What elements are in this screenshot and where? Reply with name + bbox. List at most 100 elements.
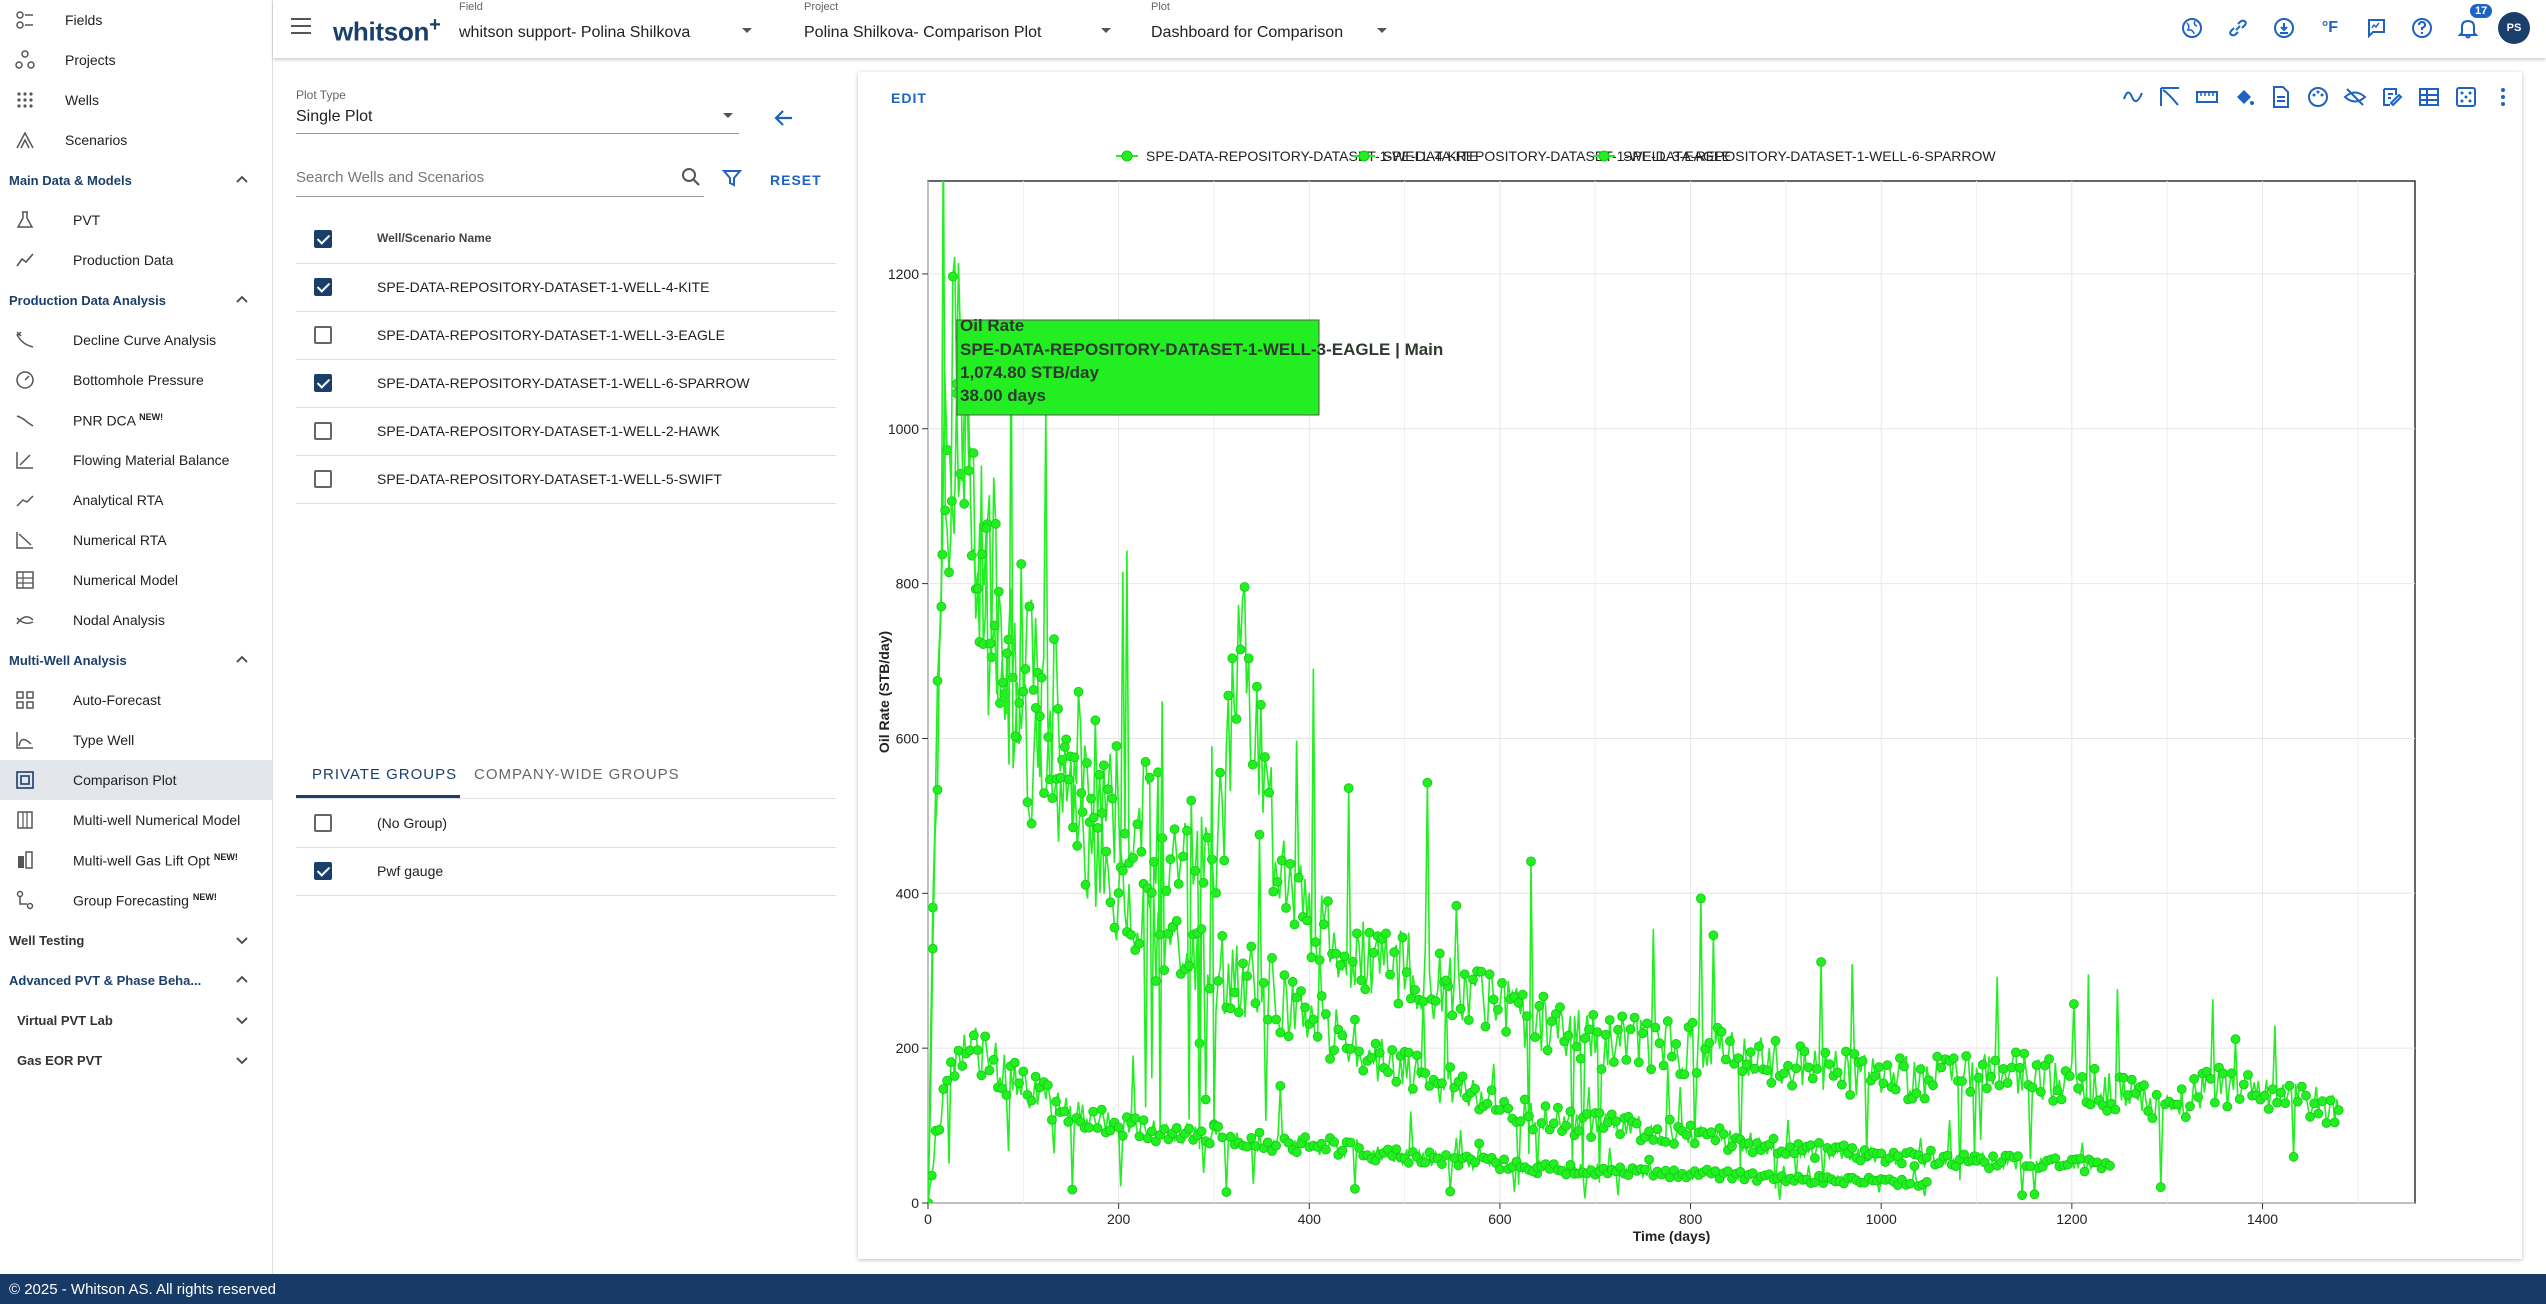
data-point: [942, 445, 952, 456]
sidebar-item-comparison-plot[interactable]: Comparison Plot: [0, 760, 272, 800]
sidebar-item-type-well[interactable]: Type Well: [0, 720, 272, 760]
group-row[interactable]: Pwf gauge: [296, 847, 836, 896]
tab-company-wide-groups[interactable]: COMPANY-WIDE GROUPS: [474, 766, 680, 783]
sidebar-item-numerical-model[interactable]: Numerical Model: [0, 560, 272, 600]
field-caption: Field: [459, 1, 483, 13]
tab-private-groups[interactable]: PRIVATE GROUPS: [312, 766, 457, 783]
data-point: [1644, 1154, 1654, 1165]
project-select[interactable]: Project Polina Shilkova- Comparison Plot: [804, 0, 1111, 56]
data-point: [1020, 664, 1031, 674]
sidebar-item-numerical-rta[interactable]: Numerical RTA: [0, 520, 272, 560]
data-point: [968, 1030, 979, 1041]
sidebar-item-flowing-material-balance[interactable]: Flowing Material Balance: [0, 440, 272, 480]
temperature-unit-icon[interactable]: °F: [2318, 16, 2342, 40]
data-point: [1217, 1132, 1228, 1143]
sidebar-item-auto-forecast[interactable]: Auto-Forecast: [0, 680, 272, 720]
data-point: [1542, 1045, 1553, 1056]
data-point: [1080, 879, 1091, 890]
well-row[interactable]: SPE-DATA-REPOSITORY-DATASET-1-WELL-5-SWI…: [296, 455, 836, 504]
data-point: [1503, 1103, 1514, 1114]
well-checkbox[interactable]: [314, 326, 332, 344]
group-checkbox[interactable]: [314, 862, 332, 880]
well-checkbox[interactable]: [314, 278, 332, 296]
data-point: [1231, 714, 1242, 724]
data-point: [2015, 1062, 2025, 1073]
plot-type-select[interactable]: Single Plot: [296, 108, 373, 126]
data-point: [1681, 1130, 1692, 1140]
group-checkbox[interactable]: [314, 814, 332, 832]
help-icon[interactable]: [2410, 16, 2434, 40]
data-point: [1213, 976, 1224, 986]
well-row[interactable]: SPE-DATA-REPOSITORY-DATASET-1-WELL-3-EAG…: [296, 311, 836, 360]
sidebar-item-multi-well-numerical-model[interactable]: Multi-well Numerical Model: [0, 800, 272, 840]
data-point: [1287, 976, 1298, 987]
data-point: [1420, 1068, 1431, 1079]
section-multi-well-analysis[interactable]: Multi-Well Analysis: [0, 640, 272, 680]
data-point: [936, 601, 947, 612]
sidebar-item-label: Type Well: [73, 732, 135, 748]
section-virtual-pvt-lab[interactable]: Virtual PVT Lab: [0, 1000, 272, 1040]
select-all-checkbox[interactable]: [314, 230, 332, 248]
pnr-icon: [14, 410, 36, 430]
data-point: [1474, 1138, 1485, 1149]
user-avatar[interactable]: PS: [2498, 12, 2530, 44]
data-point: [1482, 1098, 1493, 1109]
notifications-bell-icon[interactable]: 17: [2456, 4, 2493, 40]
download-icon[interactable]: [2272, 16, 2296, 40]
sidebar-item-label: PVT: [73, 212, 101, 228]
data-point: [1272, 877, 1283, 887]
sidebar-item-bottomhole-pressure[interactable]: Bottomhole Pressure: [0, 360, 272, 400]
arrow-left-icon[interactable]: [772, 106, 796, 130]
feedback-icon[interactable]: [2364, 16, 2388, 40]
reset-button[interactable]: RESET: [770, 172, 822, 188]
menu-icon[interactable]: [291, 18, 311, 34]
dropdown-arrow-icon[interactable]: [723, 113, 733, 118]
data-point: [1171, 916, 1182, 926]
search-input[interactable]: Search Wells and Scenarios: [296, 169, 484, 186]
whitson-logo[interactable]: whitson+: [333, 14, 441, 48]
section-production-data-analysis[interactable]: Production Data Analysis: [0, 280, 272, 320]
data-point: [2139, 1080, 2149, 1091]
sidebar-item-analytical-rta[interactable]: Analytical RTA: [0, 480, 272, 520]
search-icon[interactable]: [680, 166, 702, 188]
plot-select[interactable]: Plot Dashboard for Comparison: [1151, 0, 1431, 56]
sidebar-item-wells[interactable]: Wells: [0, 80, 272, 120]
section-main-data[interactable]: Main Data & Models: [0, 160, 272, 200]
well-checkbox[interactable]: [314, 422, 332, 440]
data-point: [1513, 997, 1524, 1008]
data-point: [1998, 1064, 2009, 1074]
data-point: [1650, 1022, 1661, 1033]
well-row[interactable]: SPE-DATA-REPOSITORY-DATASET-1-WELL-2-HAW…: [296, 407, 836, 456]
well-row[interactable]: SPE-DATA-REPOSITORY-DATASET-1-WELL-4-KIT…: [296, 263, 836, 312]
sidebar-item-production-data[interactable]: Production Data: [0, 240, 272, 280]
sidebar-item-pvt[interactable]: PVT: [0, 200, 272, 240]
section-label: Advanced PVT & Phase Beha...: [9, 972, 202, 988]
section-advanced-pvt[interactable]: Advanced PVT & Phase Beha...: [0, 960, 272, 1000]
data-point: [1132, 819, 1143, 829]
data-point: [1053, 704, 1063, 714]
sidebar-item-decline-curve-analysis[interactable]: Decline Curve Analysis: [0, 320, 272, 360]
sidebar-item-fields[interactable]: Fields: [0, 0, 272, 40]
section-gas-eor-pvt[interactable]: Gas EOR PVT: [0, 1040, 272, 1080]
sidebar-item-multi-well-gas-lift-opt[interactable]: Multi-well Gas Lift Opt NEW!: [0, 840, 272, 880]
group-row[interactable]: (No Group): [296, 799, 836, 848]
globe-icon[interactable]: [2180, 16, 2204, 40]
link-icon[interactable]: [2226, 16, 2250, 40]
sidebar-item-nodal-analysis[interactable]: Nodal Analysis: [0, 600, 272, 640]
well-checkbox[interactable]: [314, 470, 332, 488]
field-select[interactable]: Field whitson support- Polina Shilkova: [459, 0, 759, 56]
data-point: [2089, 1063, 2100, 1074]
well-checkbox[interactable]: [314, 374, 332, 392]
well-row[interactable]: SPE-DATA-REPOSITORY-DATASET-1-WELL-6-SPA…: [296, 359, 836, 408]
sidebar-item-scenarios[interactable]: Scenarios: [0, 120, 272, 160]
data-point: [1171, 1123, 1182, 1133]
data-point: [1745, 1047, 1756, 1058]
sidebar-item-pnr-dca[interactable]: PNR DCA NEW!: [0, 400, 272, 440]
data-point: [1101, 846, 1112, 857]
filter-icon[interactable]: [722, 168, 742, 188]
section-well-testing[interactable]: Well Testing: [0, 920, 272, 960]
sidebar-item-projects[interactable]: Projects: [0, 40, 272, 80]
new-badge: NEW!: [192, 891, 217, 902]
oil-rate-chart[interactable]: 0 200 400 600 800 1000 1200 1400 0 200 400 600 800 10…: [858, 72, 2522, 1259]
sidebar-item-group-forecasting[interactable]: Group Forecasting NEW!: [0, 880, 272, 920]
